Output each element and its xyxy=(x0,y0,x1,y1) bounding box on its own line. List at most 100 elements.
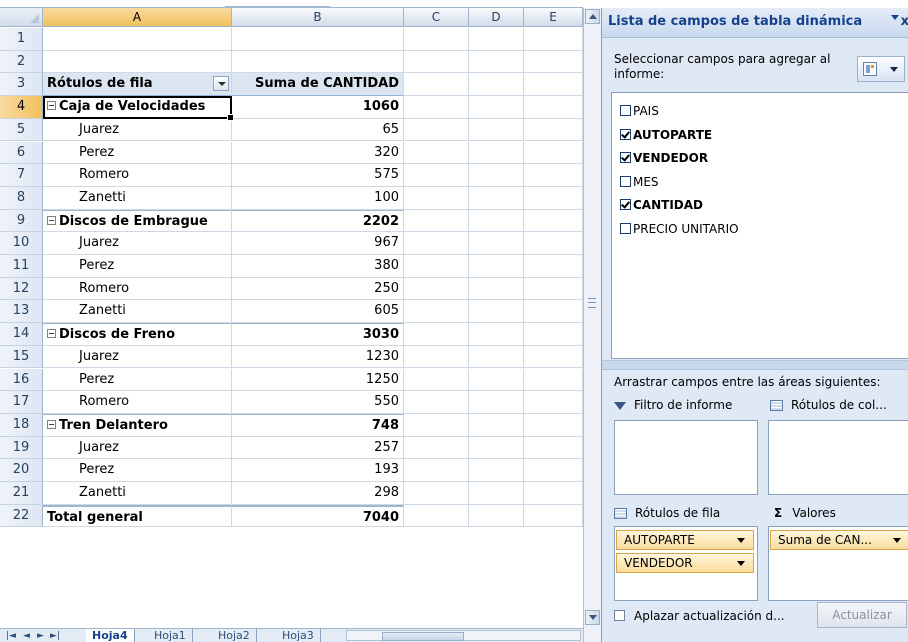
select-all-corner[interactable] xyxy=(0,8,43,27)
collapse-icon[interactable] xyxy=(47,215,56,225)
cell-b[interactable]: 257 xyxy=(232,436,404,460)
cell-b[interactable]: 380 xyxy=(232,255,404,278)
cell-c[interactable] xyxy=(404,300,469,324)
cell-c[interactable] xyxy=(404,209,469,233)
pane-splitter[interactable] xyxy=(602,360,908,370)
cell-c[interactable] xyxy=(404,504,469,528)
row-header[interactable]: 6 xyxy=(0,141,43,165)
row-header[interactable]: 4 xyxy=(0,96,43,119)
cell-c[interactable] xyxy=(404,186,469,210)
row-header[interactable]: 11 xyxy=(0,255,43,278)
cell-c[interactable] xyxy=(404,73,469,97)
cell-b[interactable]: 605 xyxy=(232,300,404,324)
cell-d[interactable] xyxy=(469,255,524,278)
cell-c[interactable] xyxy=(404,368,469,392)
row-field-pill-autoparte[interactable]: AUTOPARTE xyxy=(616,530,754,550)
cell-c[interactable] xyxy=(404,232,469,255)
column-header-b[interactable]: B xyxy=(232,8,404,27)
chevron-down-icon[interactable] xyxy=(737,561,745,566)
cell-a[interactable]: Juarez xyxy=(43,345,232,369)
cell-d[interactable] xyxy=(469,345,524,369)
cell-b[interactable]: Suma de CANTIDAD xyxy=(232,73,404,97)
cell-b[interactable]: 100 xyxy=(232,186,404,210)
cell-d[interactable] xyxy=(469,232,524,255)
cell-b[interactable]: 575 xyxy=(232,164,404,187)
cell-e[interactable] xyxy=(524,436,583,460)
column-header-e[interactable]: E xyxy=(524,8,583,27)
cell-e[interactable] xyxy=(524,232,583,255)
defer-update-checkbox[interactable] xyxy=(614,610,625,621)
cell-a[interactable]: Perez xyxy=(43,368,232,392)
row-header[interactable]: 10 xyxy=(0,232,43,255)
cell-c[interactable] xyxy=(404,323,469,346)
fill-handle[interactable] xyxy=(227,113,234,121)
report-filter-drop-area[interactable] xyxy=(614,420,758,495)
sheet-tab-hoja2[interactable]: Hoja2 xyxy=(212,629,257,642)
cell-c[interactable] xyxy=(404,277,469,301)
cell-b[interactable]: 3030 xyxy=(232,323,404,346)
row-label-filter-dropdown-icon[interactable] xyxy=(213,76,229,92)
row-header[interactable]: 21 xyxy=(0,482,43,505)
cell-d[interactable] xyxy=(469,391,524,414)
cell-a[interactable]: Zanetti xyxy=(43,300,232,324)
collapse-icon[interactable] xyxy=(47,329,56,339)
cell-b[interactable]: 7040 xyxy=(232,504,404,528)
last-sheet-button[interactable]: ►| xyxy=(50,630,60,642)
cell-d[interactable] xyxy=(469,209,524,233)
cell-d[interactable] xyxy=(469,141,524,165)
cell-d[interactable] xyxy=(469,28,524,51)
cell-c[interactable] xyxy=(404,459,469,482)
column-header-c[interactable]: C xyxy=(404,8,469,27)
row-header[interactable]: 3 xyxy=(0,73,43,97)
chevron-down-icon[interactable] xyxy=(737,538,745,543)
row-header[interactable]: 9 xyxy=(0,209,43,233)
cell-c[interactable] xyxy=(404,482,469,505)
cell-a[interactable]: Romero xyxy=(43,391,232,414)
cell-a[interactable]: Discos de Embrague xyxy=(43,209,232,233)
scroll-up-arrow-icon[interactable] xyxy=(585,9,600,24)
row-labels-drop-area[interactable]: AUTOPARTE VENDEDOR xyxy=(614,526,758,601)
collapse-icon[interactable] xyxy=(47,101,56,111)
cell-e[interactable] xyxy=(524,504,583,528)
chevron-down-icon[interactable] xyxy=(893,538,901,543)
sheet-tab-hoja1[interactable]: Hoja1 xyxy=(148,629,193,642)
cell-e[interactable] xyxy=(524,345,583,369)
cell-b[interactable]: 550 xyxy=(232,391,404,414)
cell-d[interactable] xyxy=(469,277,524,301)
cell-a[interactable]: Romero xyxy=(43,164,232,187)
cell-d[interactable] xyxy=(469,50,524,74)
field-item[interactable]: CANTIDAD xyxy=(620,195,703,215)
cell-e[interactable] xyxy=(524,277,583,301)
cell-d[interactable] xyxy=(469,96,524,119)
row-header[interactable]: 2 xyxy=(0,50,43,74)
first-sheet-button[interactable]: |◄ xyxy=(6,630,16,642)
cell-a[interactable]: Tren Delantero xyxy=(43,413,232,437)
cell-d[interactable] xyxy=(469,436,524,460)
cell-b[interactable]: 193 xyxy=(232,459,404,482)
cell-c[interactable] xyxy=(404,413,469,437)
row-header[interactable]: 14 xyxy=(0,323,43,346)
row-header[interactable]: 17 xyxy=(0,391,43,414)
cell-e[interactable] xyxy=(524,459,583,482)
cell-b[interactable]: 2202 xyxy=(232,209,404,233)
cell-c[interactable] xyxy=(404,164,469,187)
cell-d[interactable] xyxy=(469,482,524,505)
cell-b[interactable] xyxy=(232,50,404,74)
cell-c[interactable] xyxy=(404,50,469,74)
cell-a[interactable]: Juarez xyxy=(43,232,232,255)
row-field-pill-vendedor[interactable]: VENDEDOR xyxy=(616,553,754,573)
row-header[interactable]: 18 xyxy=(0,413,43,437)
cell-a[interactable] xyxy=(43,50,232,74)
cell-e[interactable] xyxy=(524,323,583,346)
horizontal-scroll-thumb[interactable] xyxy=(382,632,464,641)
row-header[interactable]: 1 xyxy=(0,28,43,51)
cell-b[interactable]: 298 xyxy=(232,482,404,505)
cell-b[interactable]: 1230 xyxy=(232,345,404,369)
cell-e[interactable] xyxy=(524,28,583,51)
cell-b[interactable] xyxy=(232,28,404,51)
row-header[interactable]: 5 xyxy=(0,118,43,142)
cell-e[interactable] xyxy=(524,300,583,324)
cell-a[interactable]: Perez xyxy=(43,459,232,482)
scroll-down-arrow-icon[interactable] xyxy=(585,610,600,625)
checkbox-icon[interactable] xyxy=(620,175,631,187)
